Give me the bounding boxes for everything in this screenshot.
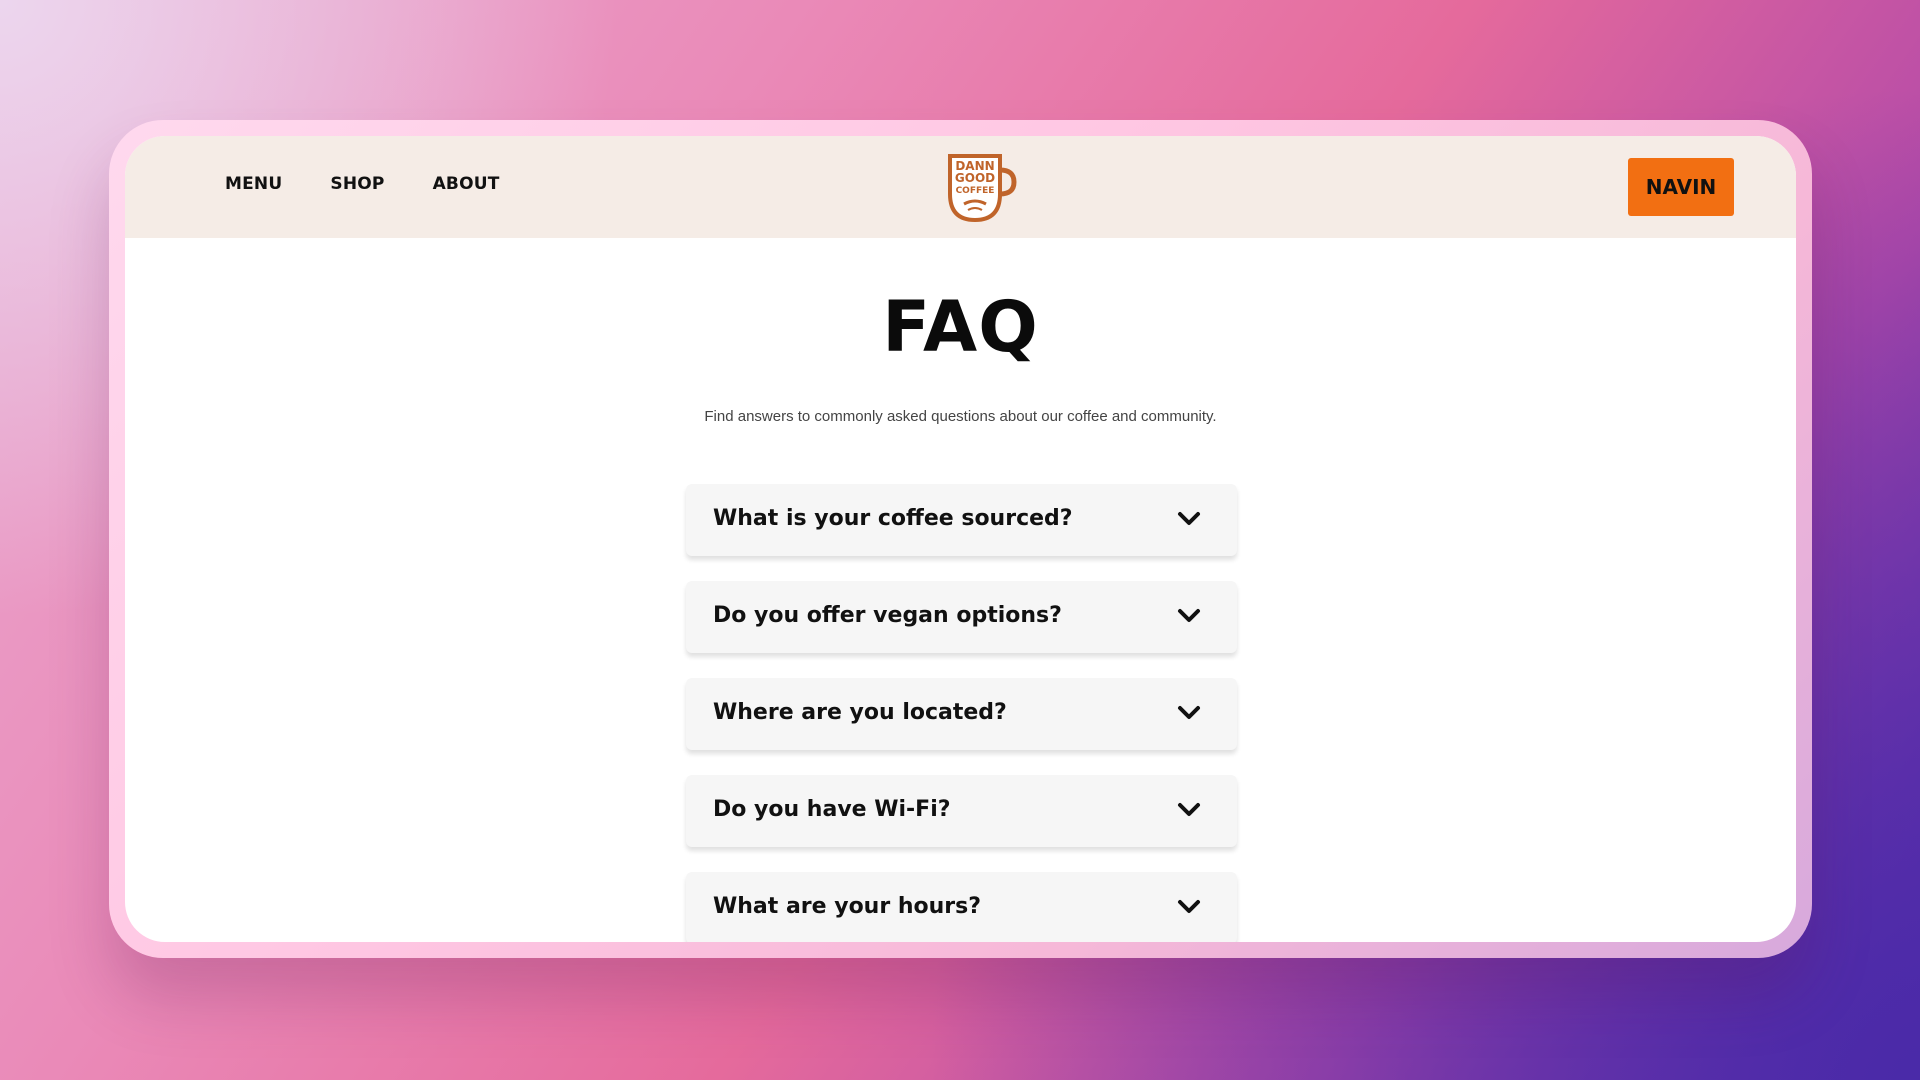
nav-link-shop[interactable]: SHOP bbox=[330, 174, 384, 194]
coffee-mug-logo-icon: DANN GOOD COFFEE bbox=[948, 154, 1017, 223]
top-navbar: MENU SHOP ABOUT DANN GOOD COFFEE NAVIN bbox=[125, 136, 1796, 238]
browser-window: MENU SHOP ABOUT DANN GOOD COFFEE NAVIN F… bbox=[125, 136, 1796, 942]
nav-link-menu[interactable]: MENU bbox=[225, 174, 282, 194]
faq-question: Do you have Wi-Fi? bbox=[713, 797, 951, 822]
primary-nav: MENU SHOP ABOUT bbox=[225, 174, 500, 194]
navin-button[interactable]: NAVIN bbox=[1628, 158, 1734, 216]
faq-item[interactable]: Where are you located? bbox=[686, 678, 1237, 750]
logo-text-line2: GOOD bbox=[955, 171, 995, 185]
nav-link-about[interactable]: ABOUT bbox=[433, 174, 500, 194]
chevron-down-icon[interactable] bbox=[1177, 801, 1201, 819]
brand-logo[interactable]: DANN GOOD COFFEE bbox=[942, 148, 1018, 224]
chevron-down-icon[interactable] bbox=[1177, 607, 1201, 625]
faq-question: What are your hours? bbox=[713, 894, 981, 919]
chevron-down-icon[interactable] bbox=[1177, 898, 1201, 916]
page-subtitle: Find answers to commonly asked questions… bbox=[704, 408, 1217, 425]
chevron-down-icon[interactable] bbox=[1177, 704, 1201, 722]
faq-list: What is your coffee sourced? Do you offe… bbox=[686, 484, 1237, 942]
faq-item[interactable]: What are your hours? bbox=[686, 872, 1237, 942]
faq-question: What is your coffee sourced? bbox=[713, 506, 1073, 531]
chevron-down-icon[interactable] bbox=[1177, 510, 1201, 528]
faq-item[interactable]: Do you have Wi-Fi? bbox=[686, 775, 1237, 847]
logo-text-line3: COFFEE bbox=[956, 186, 995, 196]
faq-question: Do you offer vegan options? bbox=[713, 603, 1062, 628]
faq-item[interactable]: What is your coffee sourced? bbox=[686, 484, 1237, 556]
faq-item[interactable]: Do you offer vegan options? bbox=[686, 581, 1237, 653]
faq-question: Where are you located? bbox=[713, 700, 1007, 725]
page-title: FAQ bbox=[882, 286, 1039, 368]
